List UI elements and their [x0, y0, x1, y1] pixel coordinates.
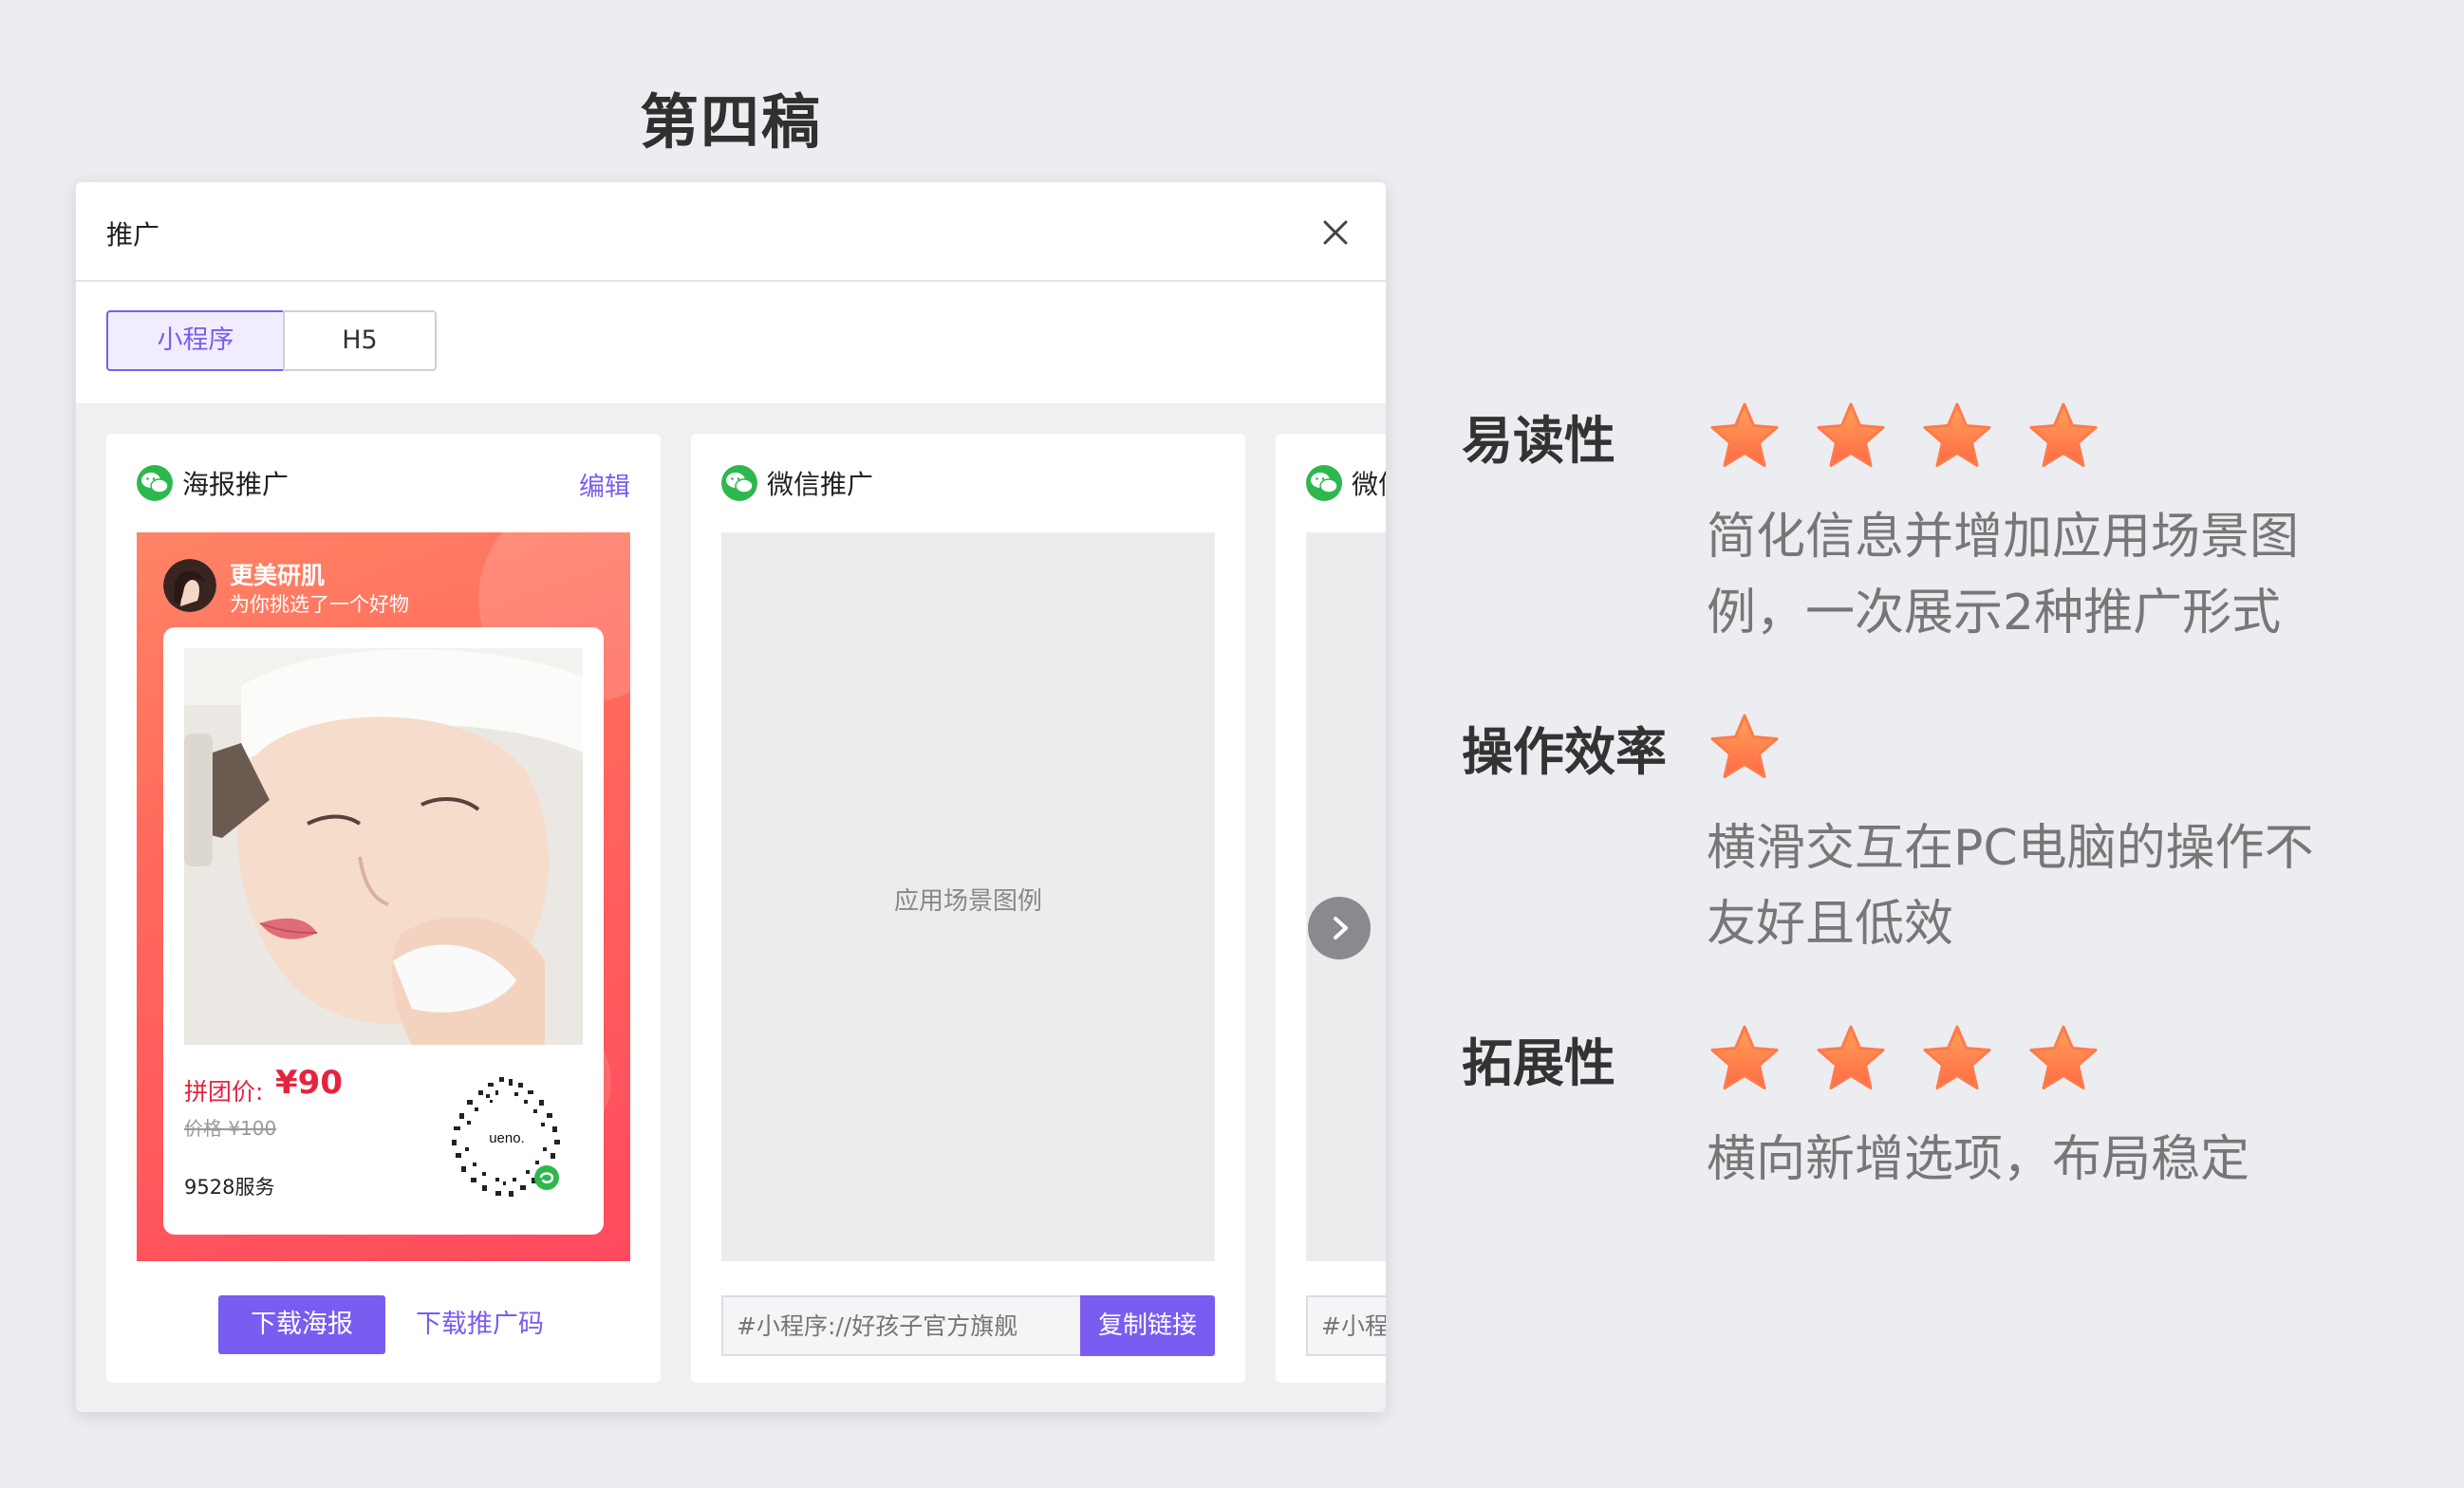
criterion-efficiency-label: 操作效率	[1462, 722, 1667, 782]
star-icon	[1707, 399, 1783, 474]
extensibility-description: 横向新增选项，布局稳定	[1707, 1122, 2409, 1198]
card-title: 微信推广	[767, 469, 874, 500]
qr-center-text: ueno.	[489, 1130, 525, 1146]
chevron-right-icon	[1334, 917, 1348, 939]
wechat-icon	[137, 465, 173, 501]
star-icon	[1813, 1021, 1889, 1097]
tab-h5[interactable]: H5	[283, 310, 437, 371]
download-promo-code-link[interactable]: 下载推广码	[416, 1295, 544, 1354]
link-row	[1306, 1295, 1386, 1356]
wechat-promotion-card: 微信推广 应用场景图例 复制链接	[691, 434, 1245, 1383]
close-icon[interactable]	[1312, 209, 1359, 256]
criterion-readability-label: 易读性	[1462, 411, 1615, 471]
promotion-dialog: 推广 小程序 H5 海报推广 编辑 更美研肌 为你挑选了一个好物 拼团价: ¥9…	[76, 182, 1386, 1412]
mini-program-qr-code: ueno.	[440, 1071, 573, 1204]
efficiency-stars	[1707, 710, 1813, 786]
dialog-title: 推广	[106, 219, 160, 251]
product-photo	[184, 648, 583, 1045]
brand-subtitle: 为你挑选了一个好物	[230, 593, 409, 616]
evaluation-panel: 易读性 简化信息并增加应用场景图 例，一次展示2种推广形式 操作效率 横滑交互在…	[1462, 0, 2464, 1488]
download-poster-button[interactable]: 下载海报	[218, 1295, 385, 1354]
original-price: 价格 ¥100	[184, 1117, 277, 1140]
card-header: 海报推广	[137, 462, 289, 504]
wechat-icon	[721, 465, 757, 501]
readability-stars	[1707, 399, 2132, 474]
brand-name: 更美研肌	[230, 562, 326, 589]
copy-link-button[interactable]: 复制链接	[1080, 1295, 1215, 1356]
group-price-value: ¥90	[275, 1064, 343, 1102]
readability-description: 简化信息并增加应用场景图 例，一次展示2种推广形式	[1707, 499, 2409, 651]
edit-link[interactable]: 编辑	[579, 466, 630, 503]
star-icon	[2025, 399, 2101, 474]
poster-actions: 下载海报 下载推广码	[106, 1295, 661, 1356]
mini-program-link-input[interactable]	[721, 1295, 1080, 1356]
description-line: 简化信息并增加应用场景图	[1707, 509, 2300, 566]
description-line: 横向新增选项，布局稳定	[1707, 1131, 2250, 1188]
page-title: 第四稿	[639, 87, 822, 157]
brand-avatar	[163, 559, 216, 612]
extensibility-stars	[1707, 1021, 2132, 1097]
wechat-icon	[1306, 465, 1342, 501]
star-icon	[1919, 1021, 1995, 1097]
star-icon	[2025, 1021, 2101, 1097]
poster-product-panel: 拼团价: ¥90 价格 ¥100 9528服务 ueno.	[163, 627, 604, 1235]
dialog-header: 推广	[76, 182, 1386, 282]
card-title: 微信推广	[1352, 469, 1386, 500]
scene-example-placeholder: 应用场景图例	[721, 532, 1215, 1261]
service-label: 9528服务	[184, 1176, 275, 1199]
card-header: 微信推广	[721, 462, 873, 504]
card-header: 微信推广	[1306, 462, 1386, 504]
cards-scroller[interactable]: 海报推广 编辑 更美研肌 为你挑选了一个好物 拼团价: ¥90 价格 ¥100 …	[76, 403, 1386, 1412]
tab-mini-program[interactable]: 小程序	[106, 310, 285, 371]
poster-preview: 更美研肌 为你挑选了一个好物 拼团价: ¥90 价格 ¥100 9528服务 u…	[137, 532, 630, 1261]
mini-program-link-input[interactable]	[1306, 1295, 1386, 1356]
poster-promotion-card: 海报推广 编辑 更美研肌 为你挑选了一个好物 拼团价: ¥90 价格 ¥100 …	[106, 434, 661, 1383]
card-title: 海报推广	[182, 469, 289, 500]
star-icon	[1919, 399, 1995, 474]
description-line: 例，一次展示2种推广形式	[1707, 585, 2282, 642]
star-icon	[1813, 399, 1889, 474]
description-line: 友好且低效	[1707, 896, 1954, 953]
criterion-extensibility-label: 拓展性	[1462, 1033, 1615, 1093]
link-row: 复制链接	[721, 1295, 1215, 1356]
scroll-next-button[interactable]	[1308, 897, 1371, 959]
description-line: 横滑交互在PC电脑的操作不	[1707, 820, 2314, 877]
star-icon	[1707, 710, 1783, 786]
efficiency-description: 横滑交互在PC电脑的操作不 友好且低效	[1707, 810, 2409, 962]
group-price-label: 拼团价:	[184, 1078, 264, 1106]
tabs-bar: 小程序 H5	[76, 282, 1386, 403]
placeholder-text: 应用场景图例	[893, 887, 1042, 916]
star-icon	[1707, 1021, 1783, 1097]
